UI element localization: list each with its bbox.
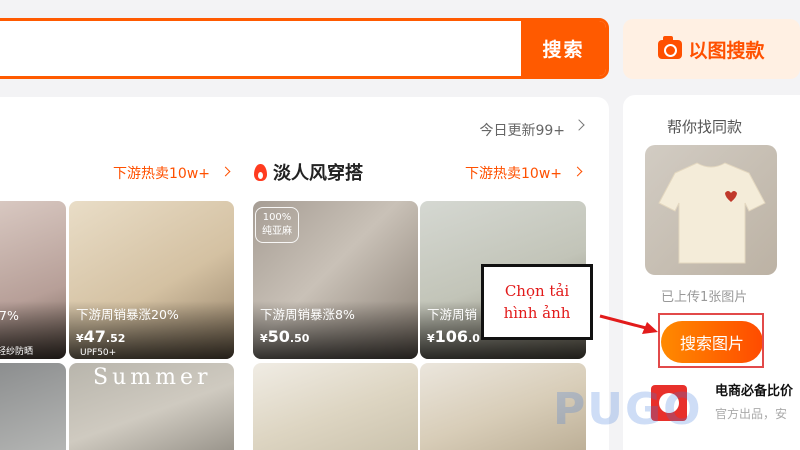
ecom-promo-subtitle: 官方出品，安 [715,407,788,421]
hot-sales-link-right[interactable]: 下游热卖10w+ [465,163,562,183]
section-title-text: 淡人风穿搭 [273,163,363,184]
image-search-label: 以图搜款 [688,39,765,62]
annotation-callout: Chọn tải hình ảnh [481,264,593,340]
find-similar-title: 帮你找同款 [667,118,743,136]
product-price: ¥106.0 [427,327,480,346]
product-card[interactable]: 100% 纯亚麻 下游周销暴涨8% ¥50.50 [253,201,418,359]
uploaded-image-thumbnail[interactable] [645,145,777,275]
chevron-right-icon [573,119,585,131]
watermark-logo: PUGO [553,384,703,435]
product-sub-text: 轻纱防晒 [0,347,34,357]
product-card[interactable]: 7% 轻纱防晒 [0,201,66,359]
product-sales-text: 下游周销暴涨8% [260,307,355,322]
linen-badge: 100% 纯亚麻 [255,207,299,243]
summer-text: Summer [93,365,212,390]
section-title: 淡人风穿搭 [254,159,363,185]
annotation-line-2: hình ảnh [503,304,571,322]
product-card[interactable] [0,363,66,450]
product-card[interactable] [253,363,418,450]
flame-icon [254,163,267,181]
product-sales-text: 下游周销暴涨20% [76,307,179,322]
product-price: ¥50.50 [260,327,310,346]
annotation-line-1: Chọn tải [504,282,570,300]
chevron-right-icon [220,166,231,177]
product-sales-text: 下游周销 [427,307,478,322]
product-price: ¥47.52 [76,327,126,346]
product-card[interactable]: 下游周销暴涨20% ¥47.52 UPF50+ [69,201,234,359]
product-card[interactable]: Summer [69,363,234,450]
today-update-link[interactable]: 今日更新99+ [479,120,565,140]
arrow-right-icon [599,314,658,334]
search-button[interactable]: 搜索 [521,21,606,76]
camera-icon [658,35,683,59]
highlight-box [658,313,764,368]
chevron-right-icon [572,166,583,177]
hot-sales-link-left[interactable]: 下游热卖10w+ [113,163,210,183]
uploaded-count-text: 已上传1张图片 [661,290,748,305]
search-bar[interactable]: 搜索 [0,18,609,79]
product-sales-text: 7% [0,308,19,323]
ecom-promo-title: 电商必备比价 [715,384,794,399]
product-sub-text: UPF50+ [80,348,117,358]
image-search-button[interactable]: 以图搜款 [623,19,800,79]
